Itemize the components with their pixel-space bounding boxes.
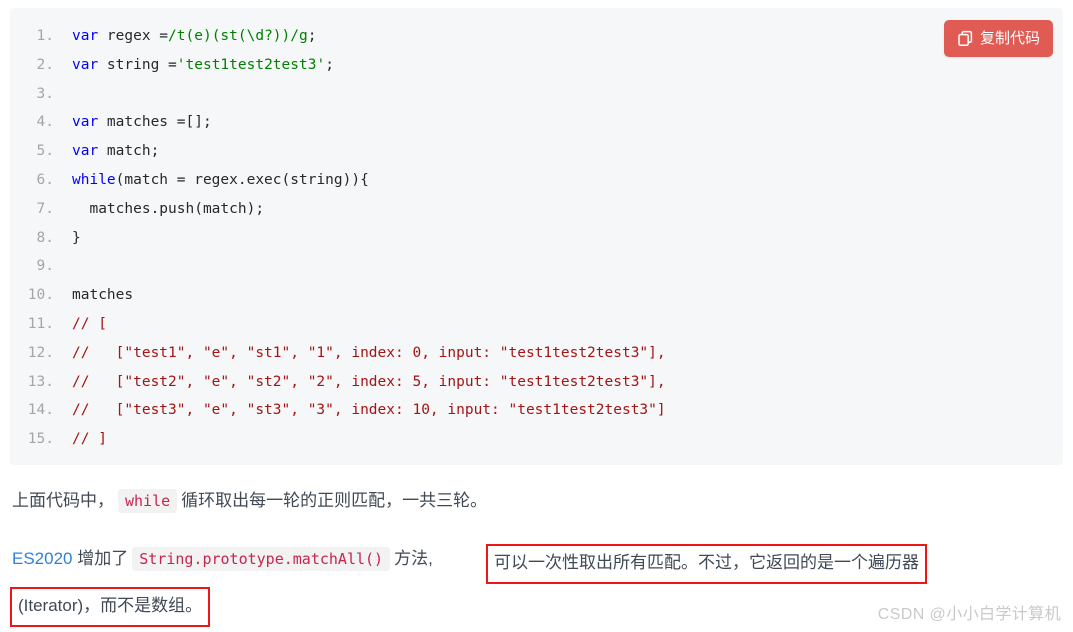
code-line: 9 bbox=[10, 252, 1063, 281]
annotation-text-second: (Iterator)，而不是数组。 bbox=[18, 596, 203, 615]
csdn-watermark: CSDN @小小白学计算机 bbox=[877, 606, 1061, 623]
paragraph-while-explanation: 上面代码中， while 循环取出每一轮的正则匹配，一共三轮。 bbox=[12, 487, 487, 516]
code-token-pln: matches bbox=[72, 287, 134, 304]
code-line: 8} bbox=[10, 224, 1063, 253]
code-token-pln: ; bbox=[307, 28, 317, 44]
code-line-list: 1 var regex =/t(e)(st(\d?))/g; 2 var string… bbox=[10, 8, 1063, 465]
code-token-cmt: // ["test1", "e", "st1", "1", index: 0, … bbox=[72, 344, 666, 361]
code-token-str: /t(e)(st(\d?))/g bbox=[168, 28, 308, 44]
code-token-cmt: // ] bbox=[72, 431, 107, 448]
copy-code-button[interactable]: 复制代码 bbox=[943, 20, 1053, 57]
line-number: 7 bbox=[10, 195, 54, 224]
line-number: 10 bbox=[10, 281, 54, 310]
code-token-kw: var bbox=[72, 28, 99, 44]
line-number: 1 bbox=[10, 22, 54, 51]
line-number: 8 bbox=[10, 224, 54, 253]
annotation-box-second: (Iterator)，而不是数组。 bbox=[10, 587, 211, 627]
line-number: 3 bbox=[10, 80, 54, 109]
line-number: 14 bbox=[10, 396, 54, 425]
line-number: 6 bbox=[10, 166, 54, 195]
code-line: 5 var match; bbox=[10, 137, 1063, 166]
line-number: 15 bbox=[10, 425, 54, 454]
code-line: 6 while(match = regex.exec(string)){ bbox=[10, 166, 1063, 195]
code-token-cmt: // [ bbox=[72, 315, 107, 332]
code-line: 10 matches bbox=[10, 281, 1063, 310]
copy-code-label: 复制代码 bbox=[979, 30, 1040, 47]
code-line: 13 // ["test2", "e", "st2", "2", index: 5… bbox=[10, 368, 1063, 397]
annotation-box-first: 可以一次性取出所有匹配。不过，它返回的是一个遍历器 bbox=[486, 544, 927, 584]
code-line: 15 // ] bbox=[10, 425, 1063, 454]
code-token-pln: } bbox=[72, 229, 81, 246]
code-line: 12 // ["test1", "e", "st1", "1", index: 0… bbox=[10, 339, 1063, 368]
code-line: 3 bbox=[10, 80, 1063, 109]
code-token-kw: var bbox=[72, 143, 99, 160]
copy-icon bbox=[957, 30, 974, 47]
para2-text-before: 增加了 bbox=[77, 549, 129, 568]
para1-text-before: 上面代码中， bbox=[12, 491, 114, 510]
code-token-pln: match; bbox=[98, 143, 160, 160]
code-line: 1 var regex =/t(e)(st(\d?))/g; bbox=[10, 22, 1063, 51]
code-line: 2 var string ='test1test2test3'; bbox=[10, 51, 1063, 80]
line-number: 2 bbox=[10, 51, 54, 80]
inline-code-while: while bbox=[118, 489, 178, 513]
code-token-pln: regex = bbox=[98, 28, 169, 44]
code-block: 1 var regex =/t(e)(st(\d?))/g; 2 var string… bbox=[10, 8, 1063, 465]
code-token-cmt: // ["test3", "e", "st3", "3", index: 10,… bbox=[72, 402, 666, 419]
code-token-kw: while bbox=[72, 171, 116, 188]
line-number: 4 bbox=[10, 108, 54, 137]
line-number: 12 bbox=[10, 339, 54, 368]
code-line: 7 matches.push(match); bbox=[10, 195, 1063, 224]
line-number: 9 bbox=[10, 252, 54, 281]
code-token-pln: matches =[]; bbox=[98, 114, 212, 131]
inline-code-matchall: String.prototype.matchAll() bbox=[132, 547, 391, 571]
code-token-cmt: // ["test2", "e", "st2", "2", index: 5, … bbox=[72, 373, 666, 390]
code-line: 4 var matches =[]; bbox=[10, 108, 1063, 137]
code-line: 14 // ["test3", "e", "st3", "3", index: 1… bbox=[10, 396, 1063, 425]
code-line: 11 // [ bbox=[10, 310, 1063, 339]
paragraph-matchall-intro: ES2020 增加了 String.prototype.matchAll() 方法, bbox=[12, 545, 433, 574]
line-number: 5 bbox=[10, 137, 54, 166]
es2020-link[interactable]: ES2020 bbox=[12, 549, 73, 568]
code-token-pln: ; bbox=[325, 56, 334, 73]
code-token-kw: var bbox=[72, 114, 99, 131]
line-number: 11 bbox=[10, 310, 54, 339]
code-token-str: 'test1test2test3' bbox=[176, 56, 326, 73]
para1-text-after: 循环取出每一轮的正则匹配，一共三轮。 bbox=[181, 491, 488, 510]
code-token-pln: string = bbox=[98, 56, 177, 73]
code-token-kw: var bbox=[72, 56, 99, 73]
line-number: 13 bbox=[10, 368, 54, 397]
code-token-pln: matches.push(match); bbox=[72, 200, 265, 217]
annotation-text-first: 可以一次性取出所有匹配。不过，它返回的是一个遍历器 bbox=[494, 553, 919, 572]
code-token-pln: (match = regex.exec(string)){ bbox=[115, 171, 369, 188]
para2-text-after: 方法, bbox=[394, 549, 433, 568]
